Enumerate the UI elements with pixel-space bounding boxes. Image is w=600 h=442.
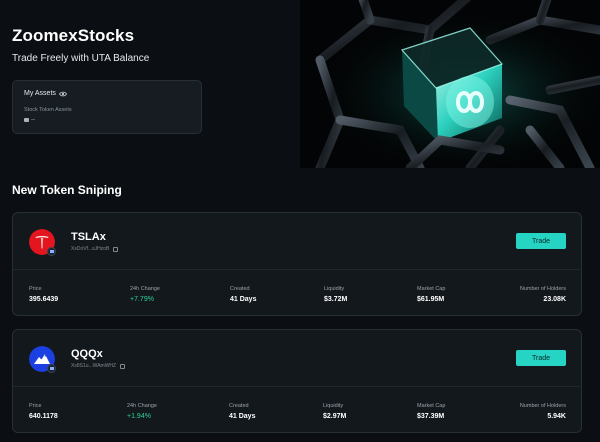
- copy-icon[interactable]: [120, 363, 126, 369]
- price-stat: Price 640.1178: [29, 403, 58, 420]
- token-card-qqqx[interactable]: QQQx Xs8S1u...WAmWHZ Trade Price 640.117…: [12, 329, 582, 433]
- token-address-text: Xs8S1u...WAmWHZ: [71, 363, 117, 369]
- token-address: Xs8S1u...WAmWHZ: [71, 363, 126, 369]
- market-cap-label: Market Cap: [417, 286, 446, 292]
- price-label: Price: [29, 286, 42, 292]
- token-name: TSLAx: [71, 231, 106, 243]
- price-stat: Price 395.6439: [29, 286, 58, 303]
- price-value: 640.1178: [29, 413, 58, 420]
- created-stat: Created 41 Days: [229, 403, 255, 420]
- token-header: QQQx Xs8S1u...WAmWHZ Trade: [13, 330, 581, 386]
- liquidity-value: $3.72M: [324, 296, 348, 303]
- token-name: QQQx: [71, 348, 103, 360]
- hero-illustration: [300, 0, 600, 168]
- liquidity-label: Liquidity: [323, 403, 344, 409]
- page-subtitle: Trade Freely with UTA Balance: [12, 53, 150, 64]
- holders-stat: Number of Holders 23.08K: [520, 286, 566, 303]
- my-assets-card: My Assets Stock Token Assets --: [12, 80, 202, 134]
- holders-stat: Number of Holders 5.94K: [520, 403, 566, 420]
- change-label: 24h Change: [127, 403, 157, 409]
- my-assets-label: My Assets: [24, 90, 56, 97]
- hero-banner: ZoomexStocks Trade Freely with UTA Balan…: [0, 0, 600, 168]
- chain-badge-icon: [47, 247, 56, 256]
- created-stat: Created 41 Days: [230, 286, 256, 303]
- market-cap-value: $37.39M: [417, 413, 445, 420]
- holders-label: Number of Holders: [519, 403, 566, 409]
- copy-icon[interactable]: [113, 246, 119, 252]
- holders-label: Number of Holders: [519, 286, 566, 292]
- price-label: Price: [29, 403, 42, 409]
- chain-badge-icon: [47, 364, 56, 373]
- token-address-text: XsDoVf...sJHzoB: [71, 246, 110, 252]
- liquidity-value: $2.97M: [323, 413, 347, 420]
- page-title: ZoomexStocks: [12, 26, 135, 45]
- created-value: 41 Days: [230, 296, 257, 303]
- wallet-icon: [24, 118, 29, 122]
- token-address: XsDoVf...sJHzoB: [71, 246, 119, 252]
- token-header: TSLAx XsDoVf...sJHzoB Trade: [13, 213, 581, 269]
- stock-token-assets-value: --: [24, 117, 35, 123]
- created-value: 41 Days: [229, 413, 256, 420]
- glass-cube-illustration: [300, 0, 600, 168]
- token-card-tslax[interactable]: TSLAx XsDoVf...sJHzoB Trade Price 395.64…: [12, 212, 582, 316]
- market-cap-stat: Market Cap $61.95M: [417, 286, 445, 303]
- market-cap-value: $61.95M: [417, 296, 445, 303]
- divider: [13, 386, 581, 387]
- change-label: 24h Change: [130, 286, 160, 292]
- liquidity-stat: Liquidity $2.97M: [323, 403, 346, 420]
- holders-value: 5.94K: [547, 413, 566, 420]
- section-title: New Token Sniping: [12, 183, 122, 197]
- change-value: +7.79%: [130, 296, 154, 303]
- trade-button[interactable]: Trade: [516, 350, 566, 366]
- holders-value: 23.08K: [543, 296, 566, 303]
- liquidity-label: Liquidity: [324, 286, 345, 292]
- stock-token-assets-label: Stock Token Assets: [24, 107, 72, 113]
- liquidity-stat: Liquidity $3.72M: [324, 286, 347, 303]
- assets-amount: --: [31, 117, 35, 123]
- divider: [13, 269, 581, 270]
- change-stat: 24h Change +1.94%: [127, 403, 157, 420]
- eye-icon[interactable]: [58, 91, 67, 97]
- my-assets-heading: My Assets: [24, 90, 67, 97]
- market-cap-stat: Market Cap $37.39M: [417, 403, 445, 420]
- trade-button[interactable]: Trade: [516, 233, 566, 249]
- created-label: Created: [229, 403, 249, 409]
- change-value: +1.94%: [127, 413, 151, 420]
- price-value: 395.6439: [29, 296, 59, 303]
- market-cap-label: Market Cap: [417, 403, 446, 409]
- change-stat: 24h Change +7.79%: [130, 286, 160, 303]
- created-label: Created: [230, 286, 250, 292]
